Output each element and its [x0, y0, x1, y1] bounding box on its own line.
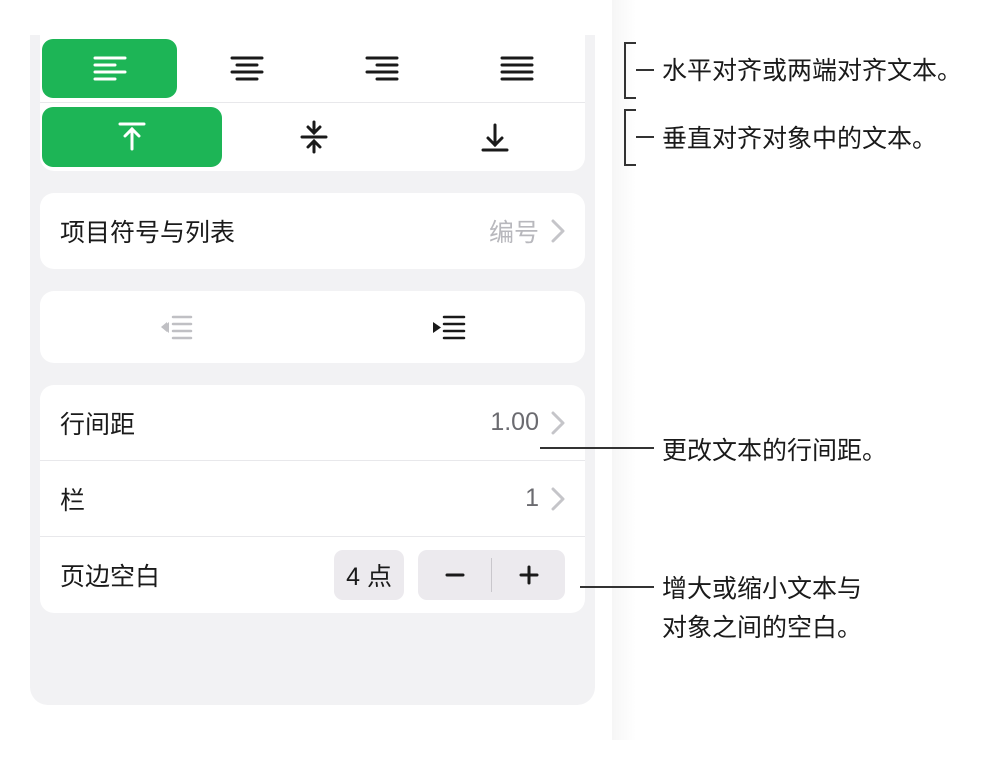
paragraph-settings-section: 行间距 1.00 栏 1 页边空白 4 点 — [40, 385, 585, 613]
callout-line-linespacing — [540, 447, 654, 449]
bullets-section: 项目符号与列表 编号 — [40, 193, 585, 269]
page-margin-row: 页边空白 4 点 — [40, 537, 585, 613]
indent-button[interactable] — [313, 291, 586, 363]
margins-value[interactable]: 4 点 — [334, 550, 404, 600]
indent-section — [40, 291, 585, 363]
margin-decrease-button[interactable] — [418, 550, 491, 600]
columns-value: 1 — [525, 484, 539, 513]
align-right-button[interactable] — [315, 35, 450, 102]
callout-bracket-halign — [624, 42, 636, 99]
chevron-right-icon — [551, 411, 565, 435]
annotation-margins-line1: 增大或缩小文本与 — [662, 575, 862, 603]
annotation-margins: 增大或缩小文本与 对象之间的空白。 — [662, 570, 862, 648]
margins-label: 页边空白 — [60, 557, 334, 593]
align-center-button[interactable] — [179, 35, 314, 102]
chevron-right-icon — [551, 487, 565, 511]
callout-line-halign — [636, 69, 654, 71]
outdent-button[interactable] — [40, 291, 313, 363]
line-spacing-row[interactable]: 行间距 1.00 — [40, 385, 585, 461]
margin-increase-button[interactable] — [492, 550, 565, 600]
callout-line-valign — [636, 136, 654, 138]
margins-stepper — [418, 550, 565, 600]
line-spacing-value-group: 1.00 — [490, 408, 565, 437]
vertical-align-row — [40, 103, 585, 171]
annotation-valign: 垂直对齐对象中的文本。 — [662, 120, 937, 159]
align-justify-button[interactable] — [450, 35, 585, 102]
bullets-value-group: 编号 — [489, 213, 565, 249]
valign-bottom-button[interactable] — [405, 103, 585, 171]
callout-bracket-valign — [624, 109, 636, 166]
columns-row[interactable]: 栏 1 — [40, 461, 585, 537]
bullets-label: 项目符号与列表 — [60, 213, 235, 249]
bullets-value: 编号 — [489, 213, 539, 249]
columns-label: 栏 — [60, 481, 85, 517]
bullets-lists-row[interactable]: 项目符号与列表 编号 — [40, 193, 585, 269]
chevron-right-icon — [551, 219, 565, 243]
annotation-halign: 水平对齐或两端对齐文本。 — [662, 52, 962, 91]
annotation-line-spacing: 更改文本的行间距。 — [662, 432, 887, 471]
line-spacing-value: 1.00 — [490, 408, 539, 437]
line-spacing-label: 行间距 — [60, 405, 135, 441]
annotation-margins-line2: 对象之间的空白。 — [662, 614, 862, 642]
valign-top-button[interactable] — [42, 107, 222, 167]
callout-line-margins — [580, 586, 654, 588]
format-panel: 项目符号与列表 编号 行间距 1.00 栏 — [30, 35, 595, 705]
alignment-section — [40, 35, 585, 171]
columns-value-group: 1 — [525, 484, 565, 513]
align-left-button[interactable] — [42, 39, 177, 98]
valign-middle-button[interactable] — [224, 103, 404, 171]
horizontal-align-row — [40, 35, 585, 103]
